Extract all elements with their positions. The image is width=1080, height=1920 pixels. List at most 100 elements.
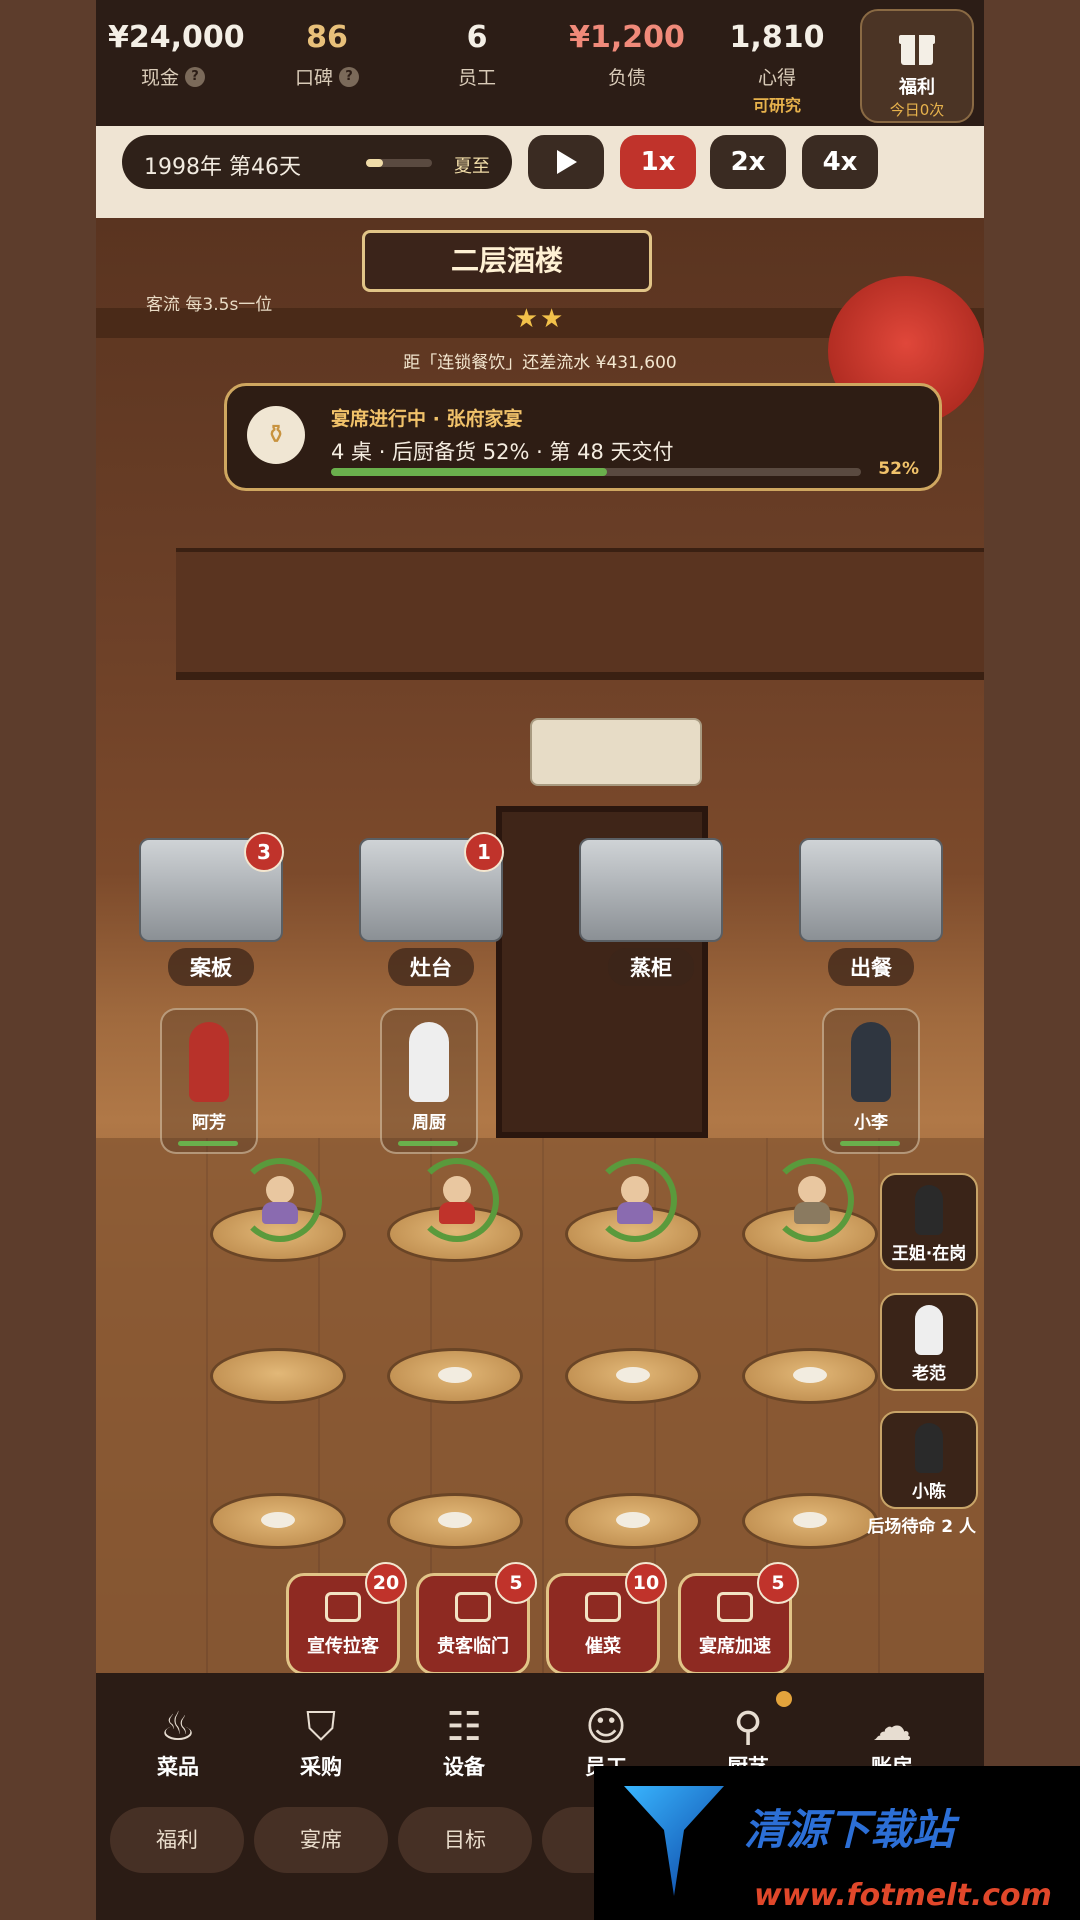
speed-1x-button[interactable]: 1x bbox=[620, 135, 696, 189]
staff-card[interactable]: 小李 bbox=[822, 1008, 920, 1154]
staff-card[interactable]: 阿芳 bbox=[160, 1008, 258, 1154]
pill-welfare[interactable]: 福利 bbox=[110, 1807, 244, 1873]
reputation-value: 86 bbox=[306, 20, 348, 55]
steamer-icon bbox=[579, 838, 723, 942]
debt-stat: ¥1,200 负债 bbox=[562, 20, 692, 90]
stove-icon: ☷ bbox=[446, 1704, 482, 1750]
date-text: 1998年 第46天 bbox=[144, 155, 301, 180]
customer[interactable] bbox=[238, 1158, 322, 1242]
play-button[interactable] bbox=[528, 135, 604, 189]
skill-label: 贵客临门 bbox=[437, 1636, 509, 1657]
station-serving[interactable]: 出餐 bbox=[796, 838, 946, 986]
staff-name: 小李 bbox=[854, 1113, 888, 1133]
banquet-progress-fill bbox=[331, 468, 607, 476]
staff-stat: 6 员工 bbox=[412, 20, 542, 90]
plate bbox=[616, 1512, 650, 1528]
staff-card[interactable]: 周厨 bbox=[380, 1008, 478, 1154]
skill-count: 10 bbox=[625, 1562, 667, 1604]
customer[interactable] bbox=[415, 1158, 499, 1242]
upgrade-distance: 距「连锁餐饮」还差流水 ¥431,600 bbox=[403, 353, 677, 373]
stats-bar: ¥24,000 现金? 86 口碑? 6 员工 ¥1,200 负债 1,810 … bbox=[96, 0, 984, 126]
insight-stat[interactable]: 1,810 心得 可研究 bbox=[712, 20, 842, 116]
watermark: 清源下载站 www.fotmelt.com bbox=[594, 1766, 1080, 1920]
dining-table[interactable] bbox=[742, 1348, 878, 1404]
plate bbox=[793, 1367, 827, 1383]
stamina-bar bbox=[840, 1141, 900, 1146]
banquet-panel[interactable]: ⚱ 宴席进行中 · 张府家宴 4 桌 · 后厨备货 52% · 第 48 天交付… bbox=[224, 383, 942, 491]
nav-equipment[interactable]: ☷ 设备 bbox=[404, 1703, 524, 1781]
insight-value: 1,810 bbox=[729, 20, 825, 55]
help-icon[interactable]: ? bbox=[185, 66, 205, 87]
waiter-avatar bbox=[915, 1423, 943, 1473]
chef-avatar bbox=[409, 1022, 449, 1102]
staff-name: 阿芳 bbox=[192, 1113, 226, 1133]
cash-value: ¥24,000 bbox=[108, 20, 245, 55]
skill-vip-button[interactable]: 贵客临门 5 bbox=[416, 1562, 537, 1673]
dining-table[interactable] bbox=[742, 1493, 878, 1549]
customer[interactable] bbox=[770, 1158, 854, 1242]
debt-label: 负债 bbox=[607, 67, 646, 89]
stamina-bar bbox=[398, 1141, 458, 1146]
insight-sub: 可研究 bbox=[752, 96, 801, 115]
banquet-detail: 4 桌 · 后厨备货 52% · 第 48 天交付 bbox=[331, 440, 674, 464]
customer-head bbox=[798, 1176, 826, 1204]
person-icon: ☺ bbox=[585, 1704, 627, 1750]
speed-4x-button[interactable]: 4x bbox=[802, 135, 878, 189]
help-icon[interactable]: ? bbox=[339, 66, 359, 87]
waiter-card[interactable]: 小陈 bbox=[880, 1411, 978, 1509]
day-progress bbox=[366, 159, 432, 167]
nav-purchase[interactable]: ⛉ 采购 bbox=[261, 1703, 381, 1781]
dining-table[interactable] bbox=[387, 1493, 523, 1549]
nav-dishes[interactable]: ♨ 菜品 bbox=[118, 1703, 238, 1781]
staff-value: 6 bbox=[466, 20, 488, 55]
customer-head bbox=[443, 1176, 471, 1204]
station-name: 灶台 bbox=[388, 948, 474, 986]
station-name: 出餐 bbox=[828, 948, 914, 986]
skill-promote-button[interactable]: 宣传拉客 20 bbox=[286, 1562, 407, 1673]
customer-body bbox=[262, 1202, 298, 1224]
station-name: 案板 bbox=[168, 948, 254, 986]
customer-head bbox=[266, 1176, 294, 1204]
speed-2x-button[interactable]: 2x bbox=[710, 135, 786, 189]
pill-banquet[interactable]: 宴席 bbox=[254, 1807, 388, 1873]
air-conditioner bbox=[530, 718, 702, 786]
nav-label: 采购 bbox=[300, 1755, 342, 1779]
skill-count: 5 bbox=[757, 1562, 799, 1604]
station-stove[interactable]: 1 灶台 bbox=[356, 832, 506, 986]
gift-icon bbox=[899, 35, 935, 65]
customer[interactable] bbox=[593, 1158, 677, 1242]
station-steamer[interactable]: 蒸柜 bbox=[576, 838, 726, 986]
dining-table[interactable] bbox=[565, 1493, 701, 1549]
cash-stat: ¥24,000 现金? bbox=[108, 20, 245, 90]
nav-label: 设备 bbox=[443, 1755, 485, 1779]
restaurant-scene: 二层酒楼 客流 每3.5s一位 ★★ 距「连锁餐饮」还差流水 ¥431,600 … bbox=[96, 218, 984, 1673]
day-progress-fill bbox=[366, 159, 383, 167]
control-bar: 1998年 第46天 夏至 1x 2x 4x bbox=[96, 126, 984, 218]
welfare-sub: 今日0次 bbox=[889, 101, 945, 119]
skill-label: 宴席加速 bbox=[699, 1636, 771, 1657]
dining-table[interactable] bbox=[210, 1493, 346, 1549]
customer-body bbox=[794, 1202, 830, 1224]
serving-counter-icon bbox=[799, 838, 943, 942]
skill-rush-button[interactable]: 催菜 10 bbox=[546, 1562, 667, 1673]
star-rating: ★★ bbox=[514, 304, 566, 334]
dining-table[interactable] bbox=[210, 1348, 346, 1404]
welfare-button[interactable]: 福利 今日0次 bbox=[860, 9, 974, 123]
queue-badge: 3 bbox=[244, 832, 284, 872]
vase-icon: ⚱ bbox=[247, 406, 305, 464]
banquet-progress bbox=[331, 468, 861, 476]
customer-head bbox=[621, 1176, 649, 1204]
dining-table[interactable] bbox=[565, 1348, 701, 1404]
bowl-icon: ♨ bbox=[160, 1704, 196, 1750]
staff-label: 员工 bbox=[457, 67, 496, 89]
waiter-name: 老范 bbox=[912, 1364, 946, 1384]
skill-count: 5 bbox=[495, 1562, 537, 1604]
station-cutting-board[interactable]: 3 案板 bbox=[136, 832, 286, 986]
waiter-card[interactable]: 老范 bbox=[880, 1293, 978, 1391]
waiter-card[interactable]: 王姐·在岗 bbox=[880, 1173, 978, 1271]
skill-banquet-boost-button[interactable]: 宴席加速 5 bbox=[678, 1562, 799, 1673]
season-label: 夏至 bbox=[454, 156, 490, 177]
dining-table[interactable] bbox=[387, 1348, 523, 1404]
plate bbox=[793, 1512, 827, 1528]
pill-goals[interactable]: 目标 bbox=[398, 1807, 532, 1873]
